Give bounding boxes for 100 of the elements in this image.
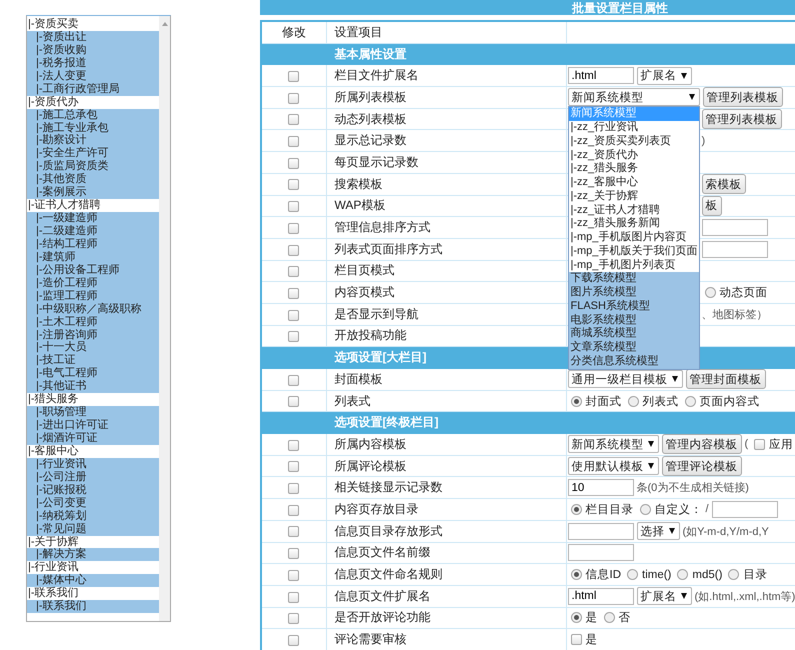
list-item[interactable]: |-一级建造师: [27, 212, 159, 225]
select-dropdown[interactable]: 扩展名: [636, 66, 692, 85]
dropdown-option[interactable]: FLASH系统模型: [568, 300, 698, 314]
text-input[interactable]: .html: [568, 588, 634, 605]
manage-button[interactable]: 管理列表模板: [702, 109, 782, 130]
list-item[interactable]: |-十一大员: [27, 341, 159, 354]
text-input[interactable]: [702, 219, 768, 236]
checkbox[interactable]: [288, 114, 300, 126]
list-item[interactable]: |-烟酒许可证: [27, 432, 159, 445]
list-item[interactable]: |-案例展示: [27, 186, 159, 200]
checkbox[interactable]: [288, 374, 300, 386]
list-item[interactable]: |-技工证: [27, 354, 159, 368]
list-item[interactable]: |-职场管理: [27, 406, 159, 420]
radio-button[interactable]: [604, 612, 614, 624]
radio-button[interactable]: [728, 569, 740, 580]
list-item[interactable]: |-质监局资质类: [27, 160, 159, 174]
list-item[interactable]: |-监理工程师: [27, 290, 159, 303]
text-input[interactable]: 10: [568, 479, 634, 496]
checkbox[interactable]: [288, 92, 300, 104]
manage-button[interactable]: 管理评论模板: [662, 456, 742, 476]
list-item[interactable]: |-资质出让: [27, 30, 159, 44]
list-item[interactable]: |-公用设备工程师: [27, 264, 159, 277]
dropdown-option[interactable]: 文章系统模型: [568, 341, 698, 355]
select-dropdown[interactable]: 扩展名: [636, 587, 692, 606]
checkbox[interactable]: [288, 222, 300, 234]
checkbox[interactable]: [288, 570, 300, 581]
list-item[interactable]: |-解决方案: [27, 548, 159, 562]
manage-button[interactable]: 索模板: [702, 174, 746, 194]
list-item[interactable]: |-造价工程师: [27, 276, 159, 290]
text-input[interactable]: .html: [568, 67, 634, 84]
select-dropdown[interactable]: 新闻系统模型: [568, 435, 658, 454]
checkbox[interactable]: [288, 461, 300, 472]
select-dropdown[interactable]: 新闻系统模型: [568, 88, 700, 106]
list-item[interactable]: |-行业资讯: [27, 458, 159, 471]
scrollbar[interactable]: [159, 16, 170, 621]
checkbox[interactable]: [288, 613, 300, 624]
list-item[interactable]: |-税务报道: [27, 56, 159, 70]
scroll-up-icon[interactable]: [162, 22, 168, 26]
checkbox[interactable]: [288, 179, 300, 190]
checkbox[interactable]: [288, 548, 300, 560]
category-listbox[interactable]: [26, 15, 171, 622]
list-item[interactable]: |-公司注册: [27, 470, 159, 484]
checkbox[interactable]: [288, 310, 300, 321]
checkbox[interactable]: [288, 634, 300, 646]
text-input[interactable]: [568, 522, 634, 540]
checkbox[interactable]: [288, 440, 300, 451]
list-item[interactable]: |-公司变更: [27, 496, 159, 510]
list-item[interactable]: |-结构工程师: [27, 238, 159, 251]
list-item[interactable]: |-二级建造师: [27, 225, 159, 238]
list-item[interactable]: |-进出口许可证: [27, 419, 159, 432]
list-item[interactable]: |-土木工程师: [27, 316, 159, 328]
radio-button[interactable]: [684, 396, 696, 407]
checkbox[interactable]: [754, 438, 766, 450]
select-dropdown[interactable]: 使用默认模板: [568, 457, 658, 476]
list-item[interactable]: |-纳税筹划: [27, 510, 159, 523]
manage-button[interactable]: 管理封面模板: [686, 369, 766, 390]
list-item[interactable]: |-施工专业承包: [27, 122, 159, 134]
dropdown-option[interactable]: 商城系统模型: [568, 327, 698, 342]
dropdown-option[interactable]: 电影系统模型: [568, 314, 698, 328]
manage-button[interactable]: 管理列表模板: [702, 87, 782, 108]
text-input[interactable]: [712, 500, 778, 518]
checkbox[interactable]: [288, 288, 300, 299]
list-item[interactable]: |-其他证书: [27, 380, 159, 394]
checkbox[interactable]: [288, 158, 300, 169]
manage-button[interactable]: 板: [702, 196, 722, 216]
radio-button[interactable]: [627, 569, 638, 580]
radio-button[interactable]: [570, 612, 582, 624]
list-item[interactable]: |-资质收购: [27, 44, 159, 57]
checkbox[interactable]: [288, 244, 300, 256]
list-item[interactable]: |-电气工程师: [27, 367, 159, 380]
text-input[interactable]: [568, 544, 634, 562]
list-item[interactable]: |-其他资质: [27, 173, 159, 186]
radio-button[interactable]: [640, 504, 650, 515]
list-item[interactable]: |-常见问题: [27, 522, 159, 536]
list-item[interactable]: |-法人变更: [27, 70, 159, 83]
list-item[interactable]: |-记账报税: [27, 484, 159, 497]
list-item[interactable]: |-联系我们: [27, 600, 159, 614]
list-item[interactable]: |-媒体中心: [27, 574, 159, 588]
checkbox[interactable]: [570, 634, 582, 646]
radio-button[interactable]: [570, 396, 582, 407]
checkbox[interactable]: [288, 504, 300, 516]
select-dropdown[interactable]: 通用一级栏目模板: [568, 370, 682, 388]
checkbox[interactable]: [288, 266, 300, 278]
radio-button[interactable]: [570, 569, 582, 580]
list-item[interactable]: |-施工总承包: [27, 108, 159, 122]
radio-button[interactable]: [704, 287, 716, 298]
checkbox[interactable]: [288, 526, 300, 538]
list-item[interactable]: |-注册咨询师: [27, 328, 159, 342]
checkbox[interactable]: [288, 201, 300, 212]
text-input[interactable]: [702, 240, 768, 258]
dropdown-option[interactable]: 下载系统模型: [568, 272, 698, 286]
select-dropdown[interactable]: 选择: [636, 522, 680, 540]
checkbox[interactable]: [288, 396, 300, 408]
list-item[interactable]: |-勘察设计: [27, 134, 159, 148]
radio-button[interactable]: [677, 569, 688, 580]
checkbox[interactable]: [288, 592, 300, 603]
radio-button[interactable]: [628, 396, 638, 407]
list-item[interactable]: |-安全生产许可: [27, 147, 159, 160]
list-item[interactable]: |-工商行政管理局: [27, 82, 159, 96]
manage-button[interactable]: 管理内容模板: [662, 434, 742, 454]
